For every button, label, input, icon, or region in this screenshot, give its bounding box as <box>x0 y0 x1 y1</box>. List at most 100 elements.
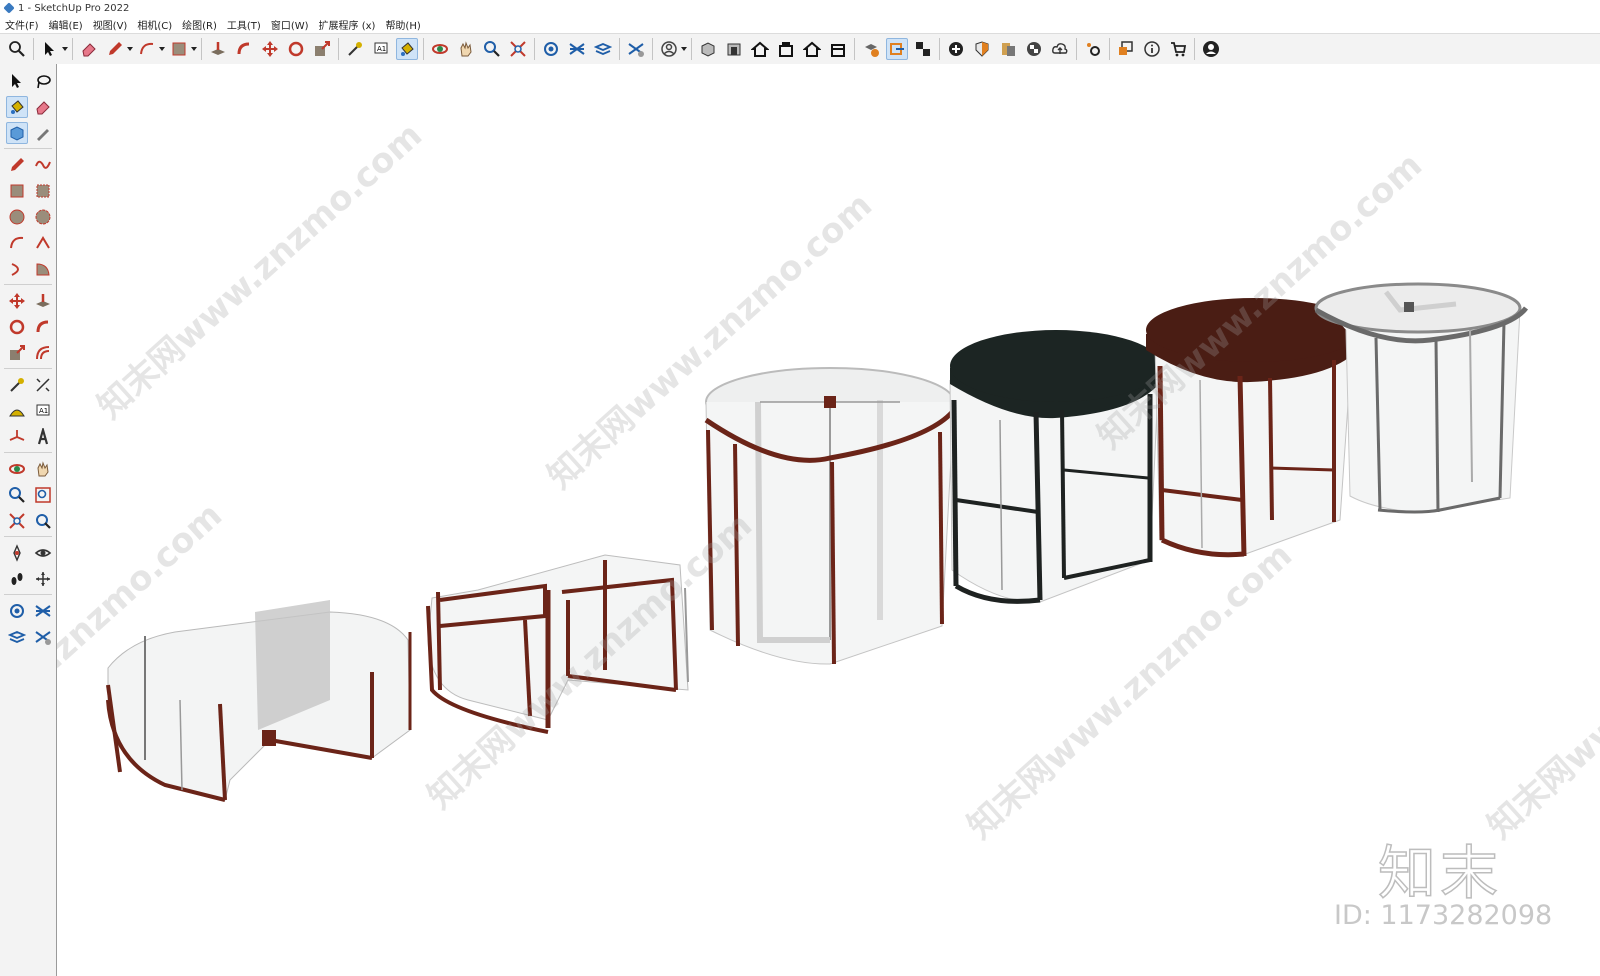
position-camera-icon[interactable] <box>6 542 28 564</box>
tape-measure-icon[interactable] <box>344 38 366 60</box>
scale-icon[interactable] <box>6 342 28 364</box>
back-view-icon[interactable] <box>801 38 823 60</box>
follow-me-icon[interactable] <box>32 316 54 338</box>
axes-icon[interactable] <box>6 426 28 448</box>
warehouse-icon[interactable] <box>540 38 562 60</box>
text-icon[interactable]: A1 <box>32 400 54 422</box>
zoom-icon[interactable] <box>6 484 28 506</box>
lasso-icon[interactable] <box>32 70 54 92</box>
info-icon[interactable] <box>1141 38 1163 60</box>
three-point-arc-icon[interactable] <box>6 258 28 280</box>
pan-icon[interactable] <box>32 458 54 480</box>
pencil-icon[interactable] <box>104 38 126 60</box>
previous-view-icon[interactable] <box>32 510 54 532</box>
user-icon[interactable] <box>1200 38 1222 60</box>
revolving-door-6[interactable] <box>1314 282 1529 514</box>
menu-extensions[interactable]: 扩展程序 (x) <box>314 17 381 32</box>
two-point-arc-icon[interactable] <box>32 232 54 254</box>
section-plane-icon[interactable] <box>32 568 54 590</box>
chevron-down-icon[interactable] <box>190 38 198 60</box>
menu-view[interactable]: 视图(V) <box>88 17 133 32</box>
model-info-icon[interactable] <box>860 38 882 60</box>
tags-icon[interactable] <box>6 626 28 648</box>
iso-view-icon[interactable] <box>697 38 719 60</box>
polygon-icon[interactable] <box>32 206 54 228</box>
zoom-extents-icon[interactable] <box>6 38 28 60</box>
warehouse-icon[interactable] <box>6 600 28 622</box>
menu-tools[interactable]: 工具(T) <box>222 17 266 32</box>
arc-icon[interactable] <box>136 38 158 60</box>
chevron-down-icon[interactable] <box>61 38 69 60</box>
checker-icon[interactable] <box>1023 38 1045 60</box>
push-pull-icon[interactable] <box>32 290 54 312</box>
select-icon[interactable] <box>6 70 28 92</box>
walk-icon[interactable] <box>6 568 28 590</box>
left-view-icon[interactable] <box>827 38 849 60</box>
circle-icon[interactable] <box>6 206 28 228</box>
upload-icon[interactable] <box>1049 38 1071 60</box>
sandbox-icon[interactable] <box>32 600 54 622</box>
pan-icon[interactable] <box>455 38 477 60</box>
extension-icon[interactable] <box>1082 38 1104 60</box>
sample-paint-icon[interactable] <box>32 122 54 144</box>
revolving-door-4[interactable] <box>949 330 1162 604</box>
dimension-icon[interactable] <box>32 374 54 396</box>
text-icon[interactable]: A1 <box>370 38 392 60</box>
rotated-rectangle-icon[interactable] <box>32 180 54 202</box>
sandbox-icon[interactable] <box>566 38 588 60</box>
menu-file[interactable]: 文件(F) <box>0 17 44 32</box>
menu-edit[interactable]: 编辑(E) <box>44 17 88 32</box>
chevron-down-icon[interactable] <box>680 38 688 60</box>
move-icon[interactable] <box>6 290 28 312</box>
follow-me-icon[interactable] <box>233 38 255 60</box>
top-view-icon[interactable] <box>723 38 745 60</box>
cart-icon[interactable] <box>1167 38 1189 60</box>
chevron-down-icon[interactable] <box>158 38 166 60</box>
right-view-icon[interactable] <box>775 38 797 60</box>
paint-bucket-icon[interactable] <box>6 96 28 118</box>
protractor-icon[interactable] <box>6 400 28 422</box>
styles-icon[interactable] <box>32 626 54 648</box>
zoom-extents-icon[interactable] <box>6 510 28 532</box>
move-icon[interactable] <box>259 38 281 60</box>
zoom-window-icon[interactable] <box>32 484 54 506</box>
select-icon[interactable] <box>39 38 61 60</box>
pie-icon[interactable] <box>32 258 54 280</box>
orbit-icon[interactable] <box>6 458 28 480</box>
offset-icon[interactable] <box>32 342 54 364</box>
eraser-icon[interactable] <box>78 38 100 60</box>
styles-icon[interactable] <box>625 38 647 60</box>
component-icon[interactable] <box>1115 38 1137 60</box>
scale-icon[interactable] <box>311 38 333 60</box>
arc-icon[interactable] <box>6 232 28 254</box>
look-around-icon[interactable] <box>32 542 54 564</box>
rotate-icon[interactable] <box>6 316 28 338</box>
rectangle-icon[interactable] <box>6 180 28 202</box>
menu-camera[interactable]: 相机(C) <box>132 17 177 32</box>
paint-bucket-icon[interactable] <box>396 38 418 60</box>
3d-text-icon[interactable] <box>32 426 54 448</box>
rotate-icon[interactable] <box>285 38 307 60</box>
section-display-icon[interactable] <box>912 38 934 60</box>
pencil-icon[interactable] <box>6 154 28 176</box>
menu-window[interactable]: 窗口(W) <box>266 17 314 32</box>
orbit-icon[interactable] <box>429 38 451 60</box>
section-plane-icon[interactable] <box>886 38 908 60</box>
component-icon[interactable] <box>6 122 28 144</box>
account-icon[interactable] <box>658 38 680 60</box>
tape-measure-icon[interactable] <box>6 374 28 396</box>
zoom-icon[interactable] <box>481 38 503 60</box>
front-view-icon[interactable] <box>749 38 771 60</box>
eraser-icon[interactable] <box>32 96 54 118</box>
tags-icon[interactable] <box>592 38 614 60</box>
menu-help[interactable]: 帮助(H) <box>380 17 425 32</box>
chevron-down-icon[interactable] <box>126 38 134 60</box>
add-location-icon[interactable] <box>945 38 967 60</box>
menu-draw[interactable]: 绘图(R) <box>177 17 222 32</box>
push-pull-icon[interactable] <box>207 38 229 60</box>
model-viewport[interactable]: 知末网www.znzmo.com 知末网www.znzmo.com 知末网www… <box>57 64 1600 976</box>
rectangle-icon[interactable] <box>168 38 190 60</box>
revolving-door-1[interactable] <box>106 600 412 802</box>
layout-icon[interactable] <box>997 38 1019 60</box>
freehand-icon[interactable] <box>32 154 54 176</box>
